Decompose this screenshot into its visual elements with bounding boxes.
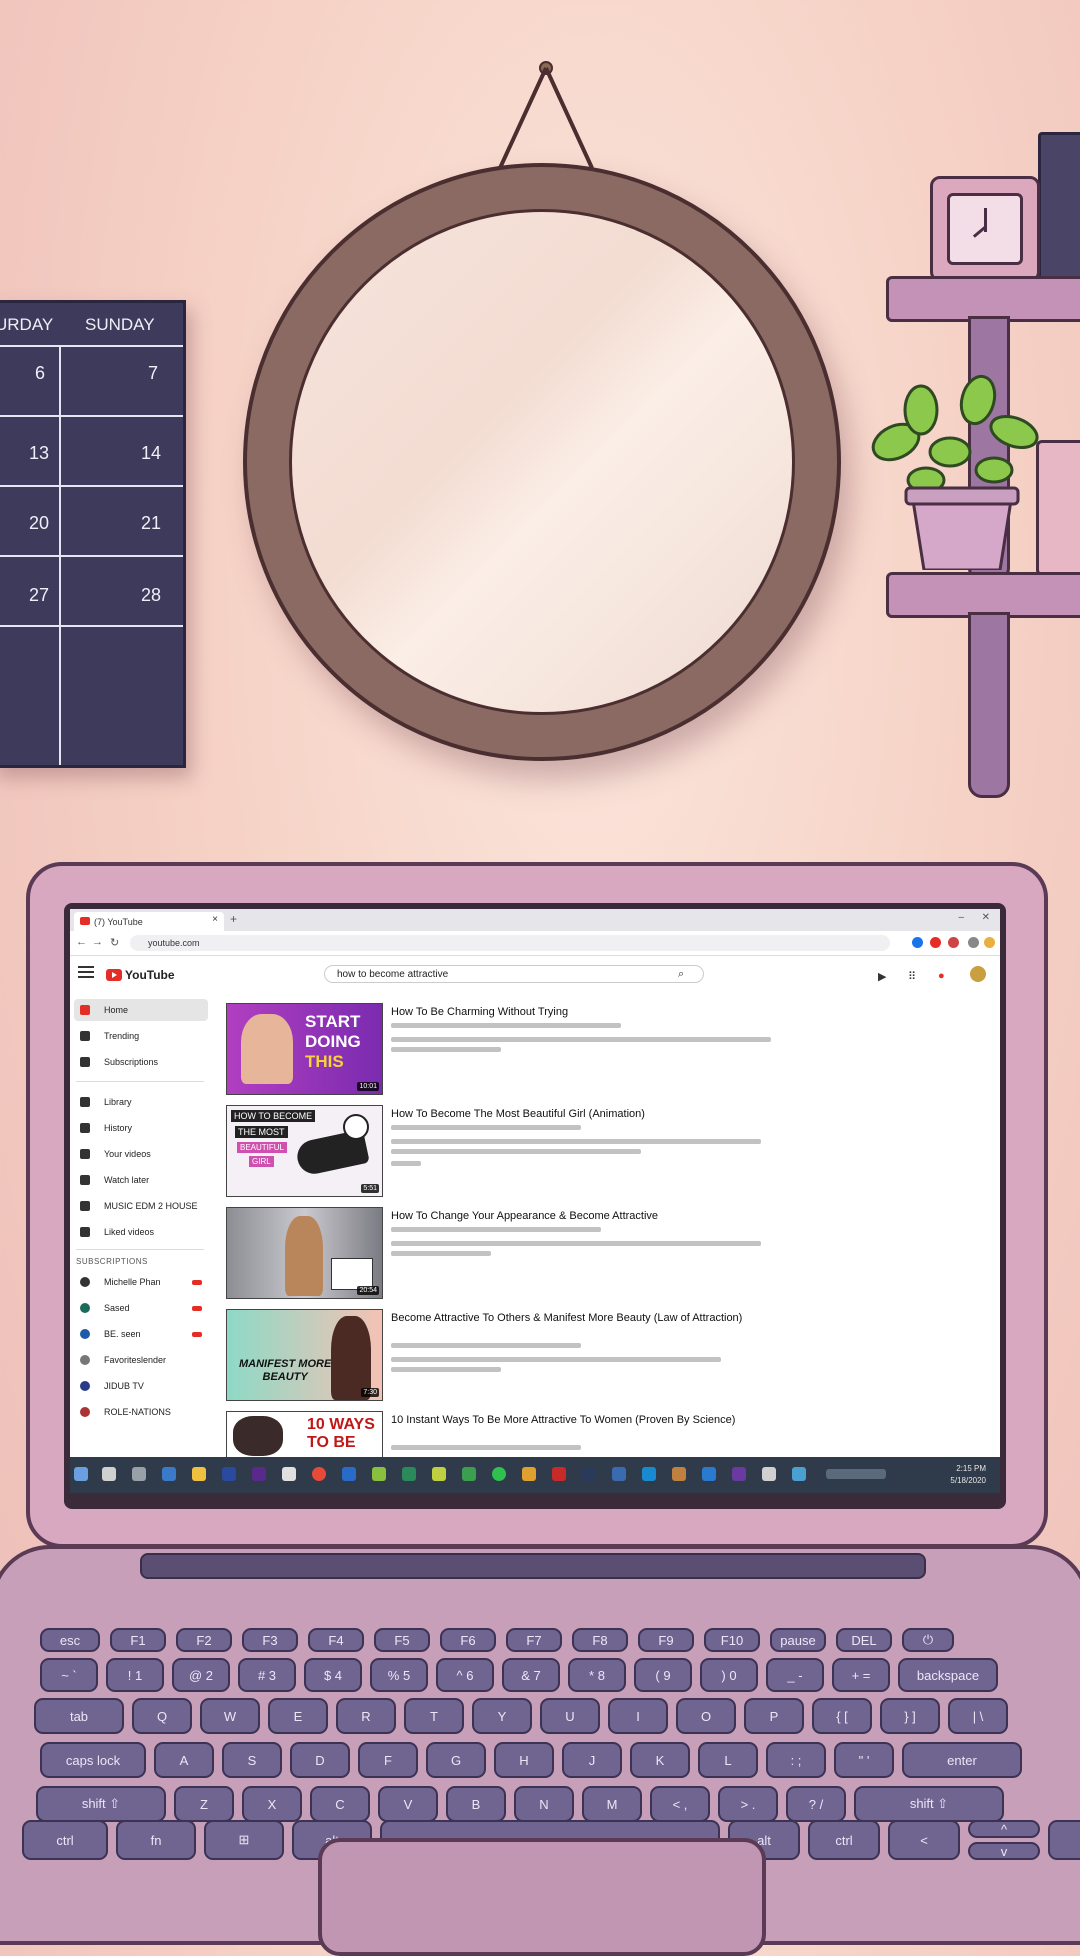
key-f8[interactable]: F8 <box>572 1628 628 1652</box>
key-f[interactable]: F <box>358 1742 418 1778</box>
key-z[interactable]: Z <box>174 1786 234 1822</box>
key-a[interactable]: A <box>154 1742 214 1778</box>
key-m[interactable]: M <box>582 1786 642 1822</box>
key-7[interactable]: & 7 <box>502 1658 560 1692</box>
key-symbol[interactable]: " ' <box>834 1742 894 1778</box>
key-f7[interactable]: F7 <box>506 1628 562 1652</box>
key-n[interactable]: N <box>514 1786 574 1822</box>
key-2[interactable]: @ 2 <box>172 1658 230 1692</box>
key-j[interactable]: J <box>562 1742 622 1778</box>
key-0[interactable]: ) 0 <box>700 1658 758 1692</box>
key-del[interactable]: DEL <box>836 1628 892 1652</box>
key-shift[interactable]: shift ⇧ <box>854 1786 1004 1822</box>
key-b[interactable]: B <box>446 1786 506 1822</box>
key-ctrl[interactable]: ctrl <box>22 1820 108 1860</box>
key-k[interactable]: K <box>630 1742 690 1778</box>
key-8[interactable]: * 8 <box>568 1658 626 1692</box>
key-5[interactable]: % 5 <box>370 1658 428 1692</box>
key-symbol[interactable]: { [ <box>812 1698 872 1734</box>
key-l[interactable]: L <box>698 1742 758 1778</box>
key-f10[interactable]: F10 <box>704 1628 760 1652</box>
key-backspace[interactable]: backspace <box>898 1658 998 1692</box>
key-symbol[interactable]: ? / <box>786 1786 846 1822</box>
key-symbol[interactable]: ~ ` <box>40 1658 98 1692</box>
key-symbol[interactable]: > . <box>718 1786 778 1822</box>
key-3[interactable]: # 3 <box>238 1658 296 1692</box>
key-s[interactable]: S <box>222 1742 282 1778</box>
key-p[interactable]: P <box>744 1698 804 1734</box>
key-d[interactable]: D <box>290 1742 350 1778</box>
key-tab[interactable]: tab <box>34 1698 124 1734</box>
key-x[interactable]: X <box>242 1786 302 1822</box>
key-i[interactable]: I <box>608 1698 668 1734</box>
key-symbol[interactable]: ⊞ <box>204 1820 284 1860</box>
key-fn[interactable]: fn <box>116 1820 196 1860</box>
key-symbol[interactable]: < <box>888 1820 960 1860</box>
key-symbol[interactable]: + = <box>832 1658 890 1692</box>
key-f1[interactable]: F1 <box>110 1628 166 1652</box>
key-symbol[interactable]: _ - <box>766 1658 824 1692</box>
key-w[interactable]: W <box>200 1698 260 1734</box>
key-f6[interactable]: F6 <box>440 1628 496 1652</box>
key-e[interactable]: E <box>268 1698 328 1734</box>
key-symbol[interactable]: ^ <box>968 1820 1040 1838</box>
key-y[interactable]: Y <box>472 1698 532 1734</box>
key-symbol[interactable]: : ; <box>766 1742 826 1778</box>
key-1[interactable]: ! 1 <box>106 1658 164 1692</box>
key-symbol[interactable]: < , <box>650 1786 710 1822</box>
key-4[interactable]: $ 4 <box>304 1658 362 1692</box>
key-f2[interactable]: F2 <box>176 1628 232 1652</box>
key-6[interactable]: ^ 6 <box>436 1658 494 1692</box>
key-u[interactable]: U <box>540 1698 600 1734</box>
key-f3[interactable]: F3 <box>242 1628 298 1652</box>
key-symbol[interactable]: ⏻ <box>902 1628 954 1652</box>
key-h[interactable]: H <box>494 1742 554 1778</box>
key-g[interactable]: G <box>426 1742 486 1778</box>
key-shift[interactable]: shift ⇧ <box>36 1786 166 1822</box>
key-f5[interactable]: F5 <box>374 1628 430 1652</box>
key-enter[interactable]: enter <box>902 1742 1022 1778</box>
key-o[interactable]: O <box>676 1698 736 1734</box>
key-9[interactable]: ( 9 <box>634 1658 692 1692</box>
key-f9[interactable]: F9 <box>638 1628 694 1652</box>
key-ctrl[interactable]: ctrl <box>808 1820 880 1860</box>
trackpad[interactable] <box>318 1838 766 1956</box>
key-v[interactable]: V <box>378 1786 438 1822</box>
key-symbol[interactable]: > <box>1048 1820 1080 1860</box>
key-f4[interactable]: F4 <box>308 1628 364 1652</box>
key-symbol[interactable]: | \ <box>948 1698 1008 1734</box>
keyboard: esc F1 F2 F3 F4 F5 F6 F7 F8 F9 F10 pause DEL ⏻ ~ `! 1 @… <box>0 0 1080 1920</box>
key-esc[interactable]: esc <box>40 1628 100 1652</box>
key-caps-lock[interactable]: caps lock <box>40 1742 146 1778</box>
key-v[interactable]: v <box>968 1842 1040 1860</box>
key-r[interactable]: R <box>336 1698 396 1734</box>
key-t[interactable]: T <box>404 1698 464 1734</box>
key-symbol[interactable]: } ] <box>880 1698 940 1734</box>
key-q[interactable]: Q <box>132 1698 192 1734</box>
key-c[interactable]: C <box>310 1786 370 1822</box>
key-pause[interactable]: pause <box>770 1628 826 1652</box>
